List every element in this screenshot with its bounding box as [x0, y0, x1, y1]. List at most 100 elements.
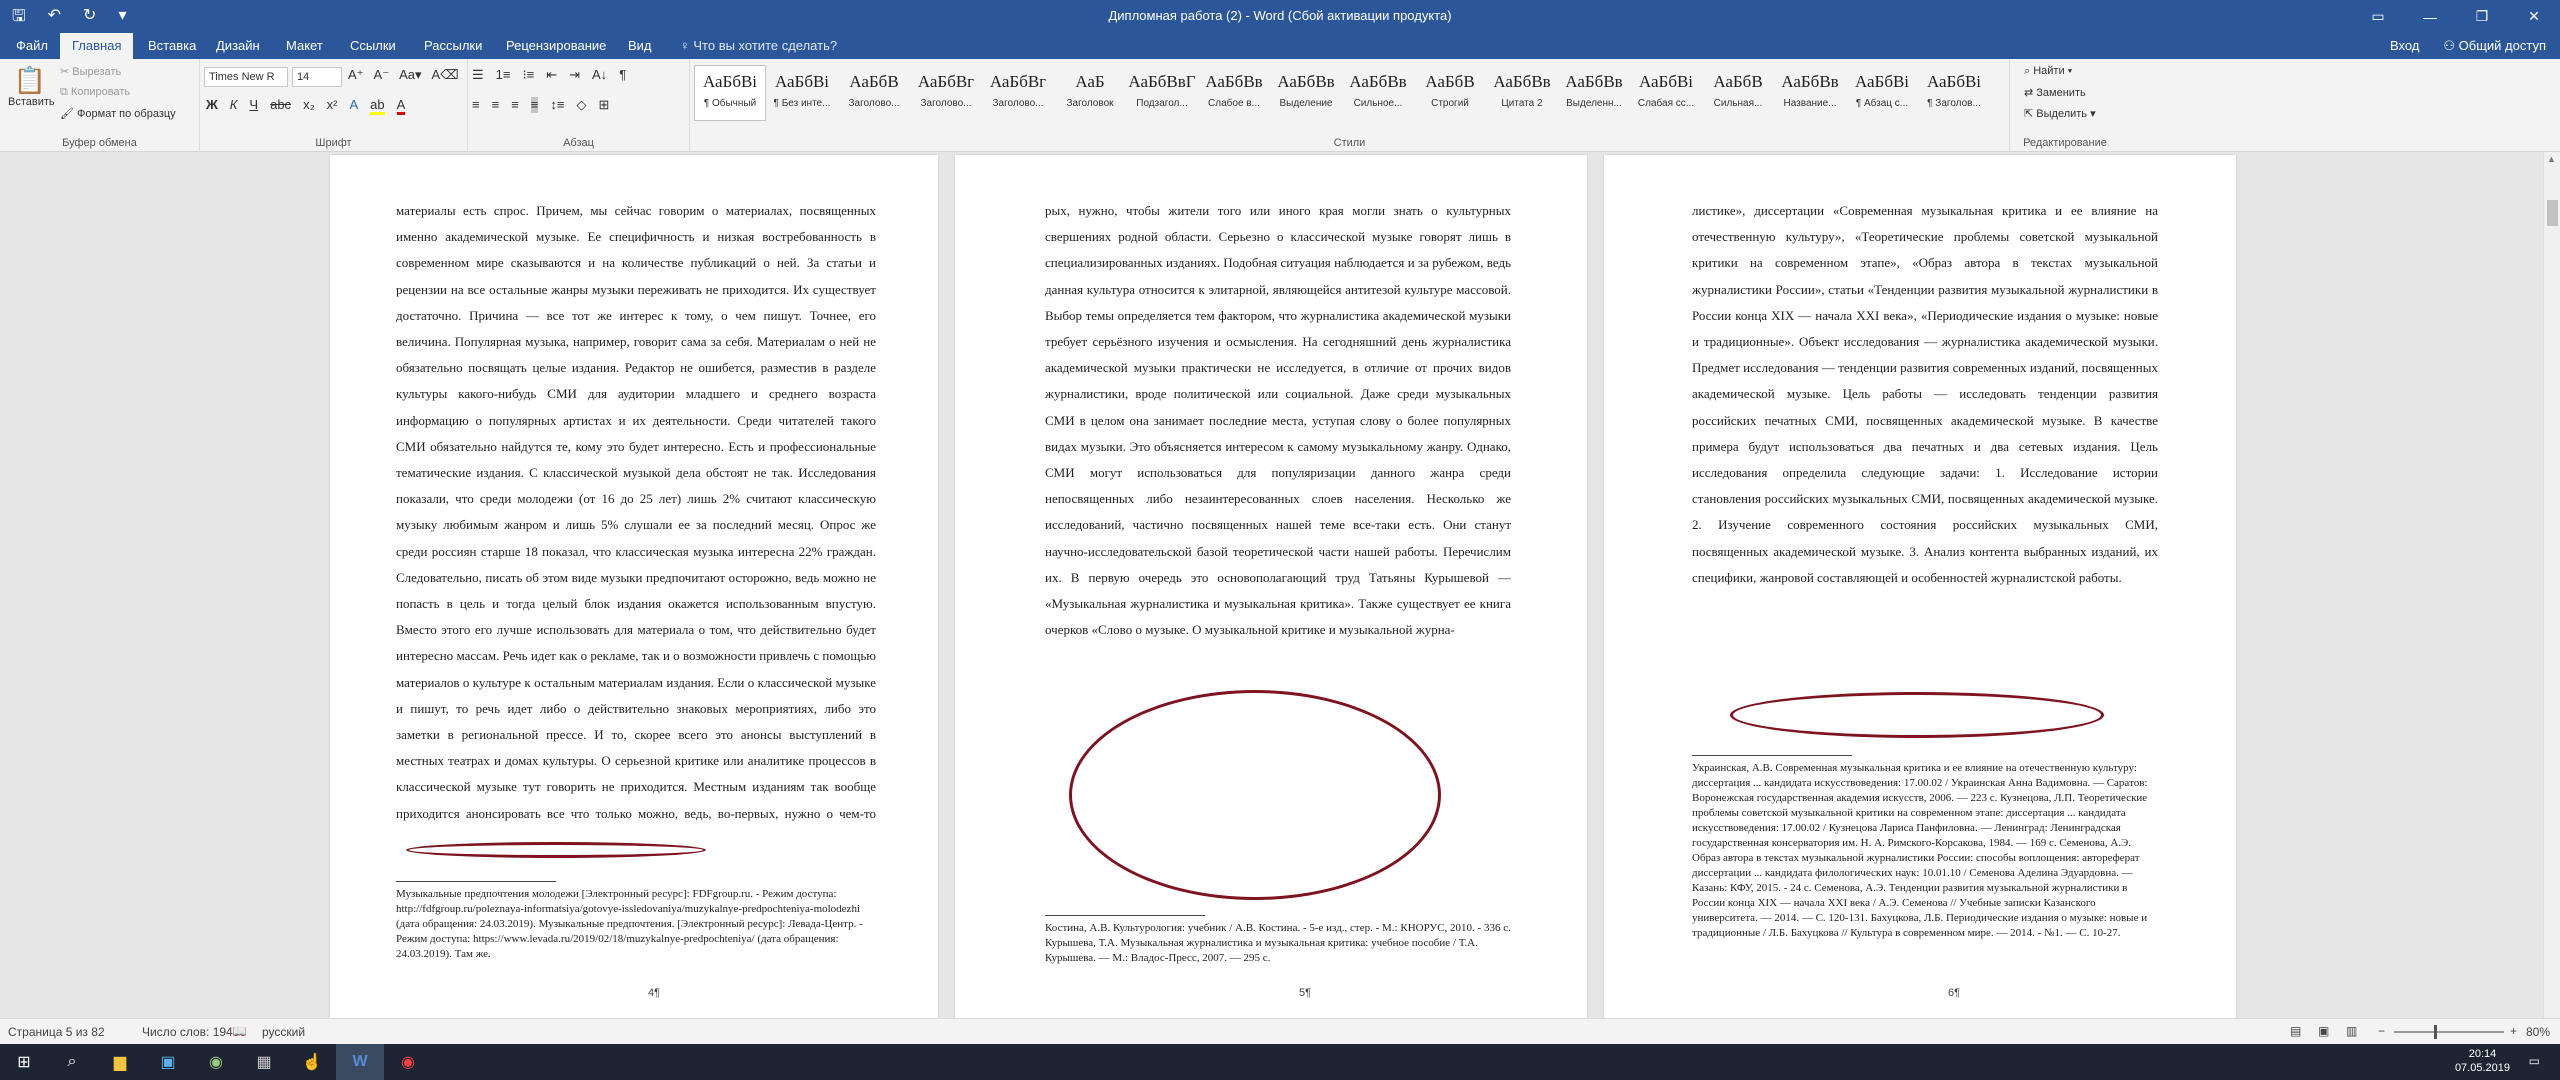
windows-start-icon[interactable]: ⊞ — [0, 1044, 48, 1080]
tab-mailings[interactable]: Рассылки — [424, 38, 482, 53]
align-right-icon[interactable]: ≡ — [511, 97, 519, 113]
style-item[interactable]: АаБбВі ¶ Заголов... — [1918, 65, 1990, 121]
subscript-icon[interactable]: x₂ — [303, 97, 315, 115]
decrease-indent-icon[interactable]: ⇤ — [546, 67, 557, 83]
app-icon-2[interactable]: ▦ — [240, 1044, 288, 1080]
line-spacing-icon[interactable]: ↕≡ — [550, 97, 564, 113]
style-item[interactable]: АаБбВі ¶ Без инте... — [766, 65, 838, 121]
scrollbar-thumb[interactable] — [2547, 200, 2558, 226]
style-item[interactable]: АаБ Заголовок — [1054, 65, 1126, 121]
page-5-footnotes[interactable]: Костина, А.В. Культурология: учебник / А… — [1045, 921, 1511, 981]
web-layout-icon[interactable]: ▥ — [2346, 1024, 2357, 1038]
font-color-icon[interactable]: A — [396, 97, 406, 115]
sort-icon[interactable]: A↓ — [592, 67, 607, 83]
zoom-slider[interactable] — [2394, 1031, 2504, 1033]
read-mode-icon[interactable]: ▤ — [2290, 1024, 2301, 1038]
style-item[interactable]: АаБбВі Слабая сс... — [1630, 65, 1702, 121]
tab-view[interactable]: Вид — [628, 38, 652, 53]
strikethrough-icon[interactable]: abc — [270, 97, 291, 115]
clear-formatting-icon[interactable]: A⌫ — [432, 67, 459, 83]
sign-in-link[interactable]: Вход — [2390, 38, 2419, 54]
change-case-icon[interactable]: Aa▾ — [399, 67, 421, 83]
superscript-icon[interactable]: x² — [327, 97, 338, 115]
style-item[interactable]: АаБбВі ¶ Обычный — [694, 65, 766, 121]
style-item[interactable]: АаБбВ Строгий — [1414, 65, 1486, 121]
style-item[interactable]: АаБбВвГ Подзагол... — [1126, 65, 1198, 121]
highlight-icon[interactable]: ab — [370, 97, 385, 115]
align-left-icon[interactable]: ≡ — [472, 97, 480, 113]
style-item[interactable]: АаБбВг Заголово... — [910, 65, 982, 121]
bullets-icon[interactable]: ☰ — [472, 67, 484, 83]
hand-cursor-icon[interactable]: ☝ — [288, 1044, 336, 1080]
tab-review[interactable]: Рецензирование — [506, 38, 606, 53]
maximize-button[interactable]: ❐ — [2456, 0, 2508, 33]
style-item[interactable]: АаБбВі ¶ Абзац с... — [1846, 65, 1918, 121]
find-button[interactable]: ⌕ Найти ▾ — [2024, 65, 2072, 78]
page-4[interactable]: материалы есть спрос. Причем, мы сейчас … — [330, 155, 938, 1018]
page-4-body[interactable]: материалы есть спрос. Причем, мы сейчас … — [396, 198, 876, 838]
tab-file[interactable]: Файл — [16, 38, 48, 53]
page-counter[interactable]: Страница 5 из 82 — [8, 1025, 105, 1039]
style-item[interactable]: АаБбВв Сильное... — [1342, 65, 1414, 121]
share-button[interactable]: ⚇ Общий доступ — [2443, 38, 2546, 54]
page-4-footnotes[interactable]: Музыкальные предпочтения молодежи [Элект… — [396, 887, 876, 977]
align-center-icon[interactable]: ≡ — [492, 97, 500, 113]
page-6[interactable]: листике», диссертации «Современная музык… — [1604, 155, 2236, 1018]
scroll-up-icon[interactable]: ▲ — [2547, 154, 2556, 164]
justify-icon[interactable]: ≡ — [530, 97, 539, 113]
page-5-body[interactable]: рых, нужно, чтобы жители того или иного … — [1045, 198, 1511, 684]
paste-button[interactable]: 📋 Вставить — [8, 65, 55, 108]
italic-icon[interactable]: К — [230, 97, 238, 115]
vertical-scrollbar[interactable]: ▲ — [2543, 152, 2560, 1018]
zoom-level[interactable]: 80% — [2526, 1025, 2550, 1039]
numbering-icon[interactable]: 1≡ — [496, 67, 511, 83]
system-clock[interactable]: 20:14 07.05.2019 — [2455, 1047, 2510, 1075]
zoom-in-icon[interactable]: + — [2510, 1024, 2517, 1038]
proofing-icon[interactable]: 📖 — [232, 1024, 247, 1038]
zoom-out-icon[interactable]: − — [2378, 1024, 2385, 1038]
file-explorer-icon[interactable]: ▆ — [96, 1044, 144, 1080]
cut-button[interactable]: ✂ Вырезать — [60, 65, 121, 78]
ribbon-display-icon[interactable]: ▭ — [2352, 0, 2404, 33]
document-area[interactable]: материалы есть спрос. Причем, мы сейчас … — [0, 152, 2560, 1018]
page-6-footnotes[interactable]: Украинская, А.В. Современная музыкальная… — [1692, 761, 2158, 981]
minimize-button[interactable]: — — [2404, 0, 2456, 33]
underline-icon[interactable]: Ч — [249, 97, 258, 115]
tab-home[interactable]: Главная — [60, 33, 134, 59]
tab-design[interactable]: Дизайн — [216, 38, 260, 53]
replace-button[interactable]: ⇄ Заменить — [2024, 86, 2086, 99]
notifications-icon[interactable]: ▭ — [2529, 1054, 2540, 1068]
bold-icon[interactable]: Ж — [206, 97, 218, 115]
style-item[interactable]: АаБбВв Выделение — [1270, 65, 1342, 121]
chrome-icon[interactable]: ◉ — [384, 1044, 432, 1080]
font-size-input[interactable]: 14 — [292, 67, 342, 87]
app-icon[interactable]: ◉ — [192, 1044, 240, 1080]
format-painter-button[interactable]: 🖌 Формат по образцу — [60, 107, 176, 120]
text-effects-icon[interactable]: A — [349, 97, 358, 115]
tell-me-box[interactable]: ♀ Что вы хотите сделать? — [680, 38, 837, 53]
shading-icon[interactable]: ◇ — [576, 97, 586, 113]
grow-font-icon[interactable]: A⁺ — [348, 67, 364, 83]
tab-insert[interactable]: Вставка — [148, 38, 196, 53]
copy-button[interactable]: ⧉ Копировать — [60, 86, 130, 99]
select-button[interactable]: ⇱ Выделить ▾ — [2024, 107, 2096, 120]
page-5[interactable]: рых, нужно, чтобы жители того или иного … — [955, 155, 1587, 1018]
borders-icon[interactable]: ⊞ — [598, 97, 609, 113]
zoom-slider-thumb[interactable] — [2434, 1025, 2437, 1039]
style-item[interactable]: АаБбВв Название... — [1774, 65, 1846, 121]
style-item[interactable]: АаБбВв Выделенн... — [1558, 65, 1630, 121]
word-count[interactable]: Число слов: 19430 — [142, 1025, 246, 1039]
pilcrow-icon[interactable]: ¶ — [619, 67, 626, 83]
page-6-body[interactable]: листике», диссертации «Современная музык… — [1692, 198, 2158, 698]
print-layout-icon[interactable]: ▣ — [2318, 1024, 2329, 1038]
shrink-font-icon[interactable]: A⁻ — [374, 67, 390, 83]
language-indicator[interactable]: русский — [262, 1025, 305, 1039]
search-icon[interactable]: ⌕ — [48, 1044, 96, 1080]
style-item[interactable]: АаБбВв Слабое в... — [1198, 65, 1270, 121]
multilevel-list-icon[interactable]: ⁝≡ — [522, 67, 534, 83]
style-item[interactable]: АаБбВв Цитата 2 — [1486, 65, 1558, 121]
close-button[interactable]: ✕ — [2508, 0, 2560, 33]
style-item[interactable]: АаБбВ Сильная... — [1702, 65, 1774, 121]
photos-app-icon[interactable]: ▣ — [144, 1044, 192, 1080]
tab-references[interactable]: Ссылки — [350, 38, 396, 53]
